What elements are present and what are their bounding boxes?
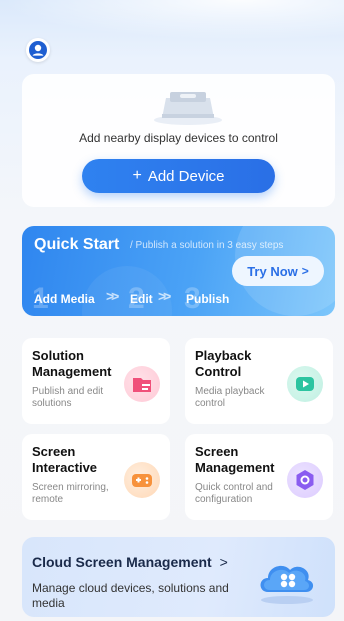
- display-device-illustration: [154, 92, 222, 125]
- step-publish: Publish: [186, 292, 230, 306]
- feature-title: Playback Control: [195, 348, 252, 379]
- add-device-message: Add nearby display devices to control: [79, 131, 278, 145]
- header-glow: [0, 0, 344, 40]
- quick-start-subtitle: / Publish a solution in 3 easy steps: [130, 240, 284, 251]
- user-icon: [29, 41, 47, 59]
- feature-desc: Screen mirroring, remote: [32, 482, 109, 505]
- playback-control-card[interactable]: Playback Control Media playback control: [185, 338, 333, 424]
- feature-desc: Quick control and configuration: [195, 482, 273, 505]
- quick-start-steps: 1 Add Media >> 2 Edit >> 3 Publish: [32, 282, 274, 315]
- double-chevron-icon: >>: [106, 288, 119, 304]
- quick-start-title: Quick Start: [34, 236, 120, 253]
- cloud-title: Cloud Screen Management >: [32, 554, 228, 570]
- solution-management-card[interactable]: Solution Management Publish and edit sol…: [22, 338, 170, 424]
- screen-interactive-card[interactable]: Screen Interactive Screen mirroring, rem…: [22, 434, 170, 520]
- chevron-right-icon: >: [219, 554, 228, 570]
- try-now-button[interactable]: Try Now >: [232, 256, 324, 286]
- home-screen: Add nearby display devices to control + …: [0, 0, 344, 621]
- folder-icon: [124, 366, 160, 402]
- chevron-right-icon: >: [301, 264, 309, 278]
- gamepad-icon: [124, 462, 160, 498]
- add-device-label: Add Device: [147, 167, 225, 185]
- screen-management-card[interactable]: Screen Management Quick control and conf…: [185, 434, 333, 520]
- quick-start-card[interactable]: Quick Start / Publish a solution in 3 ea…: [22, 226, 335, 316]
- feature-desc: Publish and edit solutions: [32, 386, 104, 409]
- play-icon: [287, 366, 323, 402]
- avatar[interactable]: [26, 38, 50, 62]
- hexagon-icon: [287, 462, 323, 498]
- step-add-media: Add Media: [34, 292, 95, 306]
- double-chevron-icon: >>: [158, 288, 171, 304]
- cloud-icon: [260, 565, 314, 604]
- add-device-button[interactable]: + Add Device: [82, 159, 275, 193]
- plus-icon: +: [132, 167, 142, 184]
- feature-title: Solution Management: [32, 348, 112, 379]
- feature-title: Screen Management: [195, 444, 275, 475]
- cloud-title-text: Cloud Screen Management: [32, 554, 212, 570]
- feature-desc: Media playback control: [195, 386, 265, 409]
- add-device-card: Add nearby display devices to control + …: [22, 74, 335, 207]
- cloud-desc: Manage cloud devices, solutions and medi…: [32, 581, 229, 610]
- step-edit: Edit: [130, 292, 153, 306]
- cloud-screen-management-card[interactable]: Cloud Screen Management > Manage cloud d…: [22, 537, 335, 617]
- feature-title: Screen Interactive: [32, 444, 98, 475]
- try-now-label: Try Now: [247, 263, 298, 279]
